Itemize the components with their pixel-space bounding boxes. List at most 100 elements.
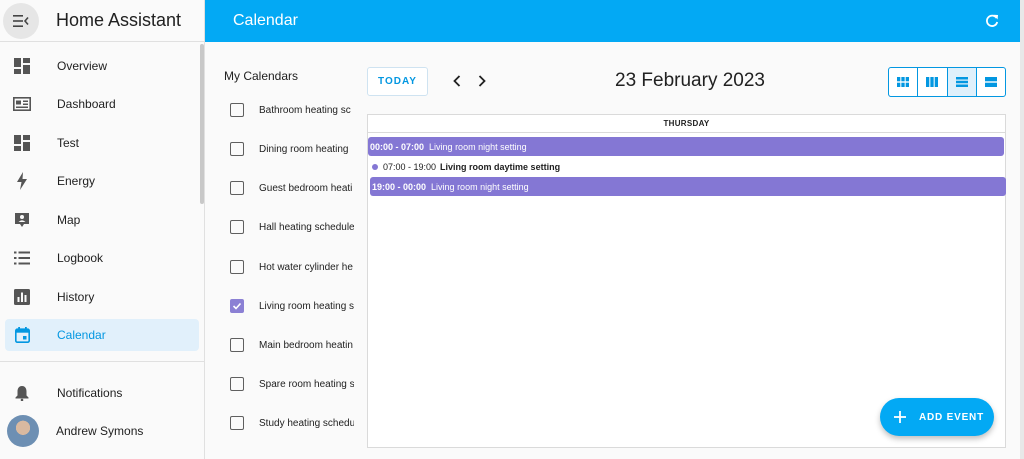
sidebar-item-overview[interactable]: Overview (5, 50, 199, 82)
calendar-name: Living room heating s (259, 300, 354, 312)
map-icon (13, 211, 31, 229)
user-name: Andrew Symons (56, 424, 144, 438)
app-title: Home Assistant (56, 10, 182, 30)
event-time: 07:00 - 19:00 (383, 161, 437, 172)
sidebar-item-energy[interactable]: Energy (5, 165, 199, 197)
event-title: Living room daytime setting (440, 161, 561, 172)
week-view-button[interactable] (918, 68, 948, 96)
calendar-event[interactable]: 00:00 - 07:00 Living room night setting (368, 137, 1004, 156)
refresh-icon (986, 14, 999, 27)
sidebar-item-profile[interactable]: Andrew Symons (5, 415, 199, 447)
calendar-checkbox-item[interactable]: Main bedroom heatin (224, 332, 354, 358)
checkbox[interactable] (230, 220, 244, 234)
top-app-bar: Calendar (205, 0, 1020, 42)
day-header: THURSDAY (368, 115, 1005, 133)
add-event-label: ADD EVENT (919, 411, 984, 423)
page-title: Calendar (233, 12, 298, 29)
overview-icon (13, 57, 31, 75)
checkbox[interactable] (230, 142, 244, 156)
month-view-button[interactable] (889, 68, 919, 96)
calendar-name: Dining room heating (259, 143, 349, 155)
columns-icon (926, 77, 939, 87)
sidebar-item-label: Energy (57, 174, 96, 188)
calendar-name: Study heating schedu (259, 417, 354, 429)
sidebar-divider (0, 361, 204, 362)
previous-button[interactable] (448, 72, 466, 90)
history-icon (13, 288, 31, 306)
sidebar-item-map[interactable]: Map (5, 204, 199, 236)
sidebar-item-test[interactable]: Test (5, 127, 199, 159)
event-time: 00:00 - 07:00 (370, 141, 425, 152)
checkbox[interactable] (230, 377, 244, 391)
sidebar: Home Assistant Overview Dashboard Test E… (0, 0, 205, 459)
sidebar-item-label: Dashboard (57, 97, 116, 111)
avatar (7, 415, 39, 447)
today-button[interactable]: TODAY (367, 67, 428, 96)
checkbox[interactable] (230, 416, 244, 430)
plus-icon (893, 410, 907, 424)
logbook-icon (13, 249, 31, 267)
event-dot (372, 163, 378, 170)
calendar-name: Hot water cylinder he (259, 261, 353, 273)
checkmark-icon (232, 302, 242, 310)
calendar-name: Guest bedroom heati (259, 182, 353, 194)
test-icon (13, 134, 31, 152)
checkbox[interactable] (230, 338, 244, 352)
view-toggle-group (888, 67, 1006, 97)
calendar-event[interactable]: 07:00 - 19:00 Living room daytime settin… (368, 157, 668, 176)
sidebar-item-calendar[interactable]: Calendar (5, 319, 199, 351)
sidebar-item-label: Overview (57, 59, 108, 73)
sidebar-header: Home Assistant (0, 0, 204, 42)
calendar-checkbox-item[interactable]: Living room heating s (224, 293, 354, 319)
rows-icon (955, 77, 968, 87)
sidebar-item-label: History (57, 290, 95, 304)
calendar-name: Main bedroom heatin (259, 339, 353, 351)
sidebar-item-label: Calendar (57, 328, 106, 342)
calendar-name: Hall heating schedule (259, 221, 354, 233)
sidebar-item-label: Test (57, 136, 80, 150)
sidebar-item-label: Logbook (57, 251, 104, 265)
date-title: 23 February 2023 (615, 70, 765, 91)
calendar-name: Spare room heating s (259, 378, 354, 390)
event-time: 19:00 - 00:00 (372, 181, 427, 192)
checkbox-checked[interactable] (230, 299, 244, 313)
calendar-checkbox-item[interactable]: Guest bedroom heati (224, 175, 354, 201)
sidebar-item-notifications[interactable]: Notifications (5, 377, 199, 409)
scrollbar-track (1020, 0, 1024, 459)
chevron-right-icon (478, 75, 486, 87)
calendar-name: Bathroom heating sc (259, 104, 351, 116)
next-button[interactable] (473, 72, 491, 90)
calendar-checkbox-item[interactable]: Hall heating schedule (224, 214, 354, 240)
event-title: Living room night setting (431, 181, 529, 192)
calendar-checkbox-item[interactable]: Hot water cylinder he (224, 254, 354, 280)
calendar-icon (13, 326, 31, 344)
dashboard-icon (13, 95, 31, 113)
sidebar-item-label: Map (57, 213, 81, 227)
sidebar-item-logbook[interactable]: Logbook (5, 242, 199, 274)
sidebar-item-label: Notifications (57, 386, 123, 400)
calendar-checkbox-item[interactable]: Spare room heating s (224, 371, 354, 397)
sidebar-item-history[interactable]: History (5, 281, 199, 313)
my-calendars-heading: My Calendars (224, 69, 299, 83)
sidebar-scrollbar[interactable] (200, 44, 204, 204)
checkbox[interactable] (230, 260, 244, 274)
calendar-checkbox-item[interactable]: Bathroom heating sc (224, 97, 354, 123)
menu-toggle-button[interactable] (3, 2, 39, 39)
calendar-checkbox-item[interactable]: Dining room heating (224, 136, 354, 162)
chevron-left-icon (453, 75, 461, 87)
calendar-checkbox-item[interactable]: Study heating schedu (224, 410, 354, 436)
checkbox[interactable] (230, 181, 244, 195)
day-view-button[interactable] (947, 68, 977, 96)
list-view-button[interactable] (977, 68, 1005, 96)
add-event-button[interactable]: ADD EVENT (880, 398, 994, 436)
checkbox[interactable] (230, 103, 244, 117)
menu-collapse-icon (13, 14, 29, 27)
event-title: Living room night setting (429, 141, 527, 152)
sidebar-item-dashboard[interactable]: Dashboard (5, 88, 199, 120)
bell-icon (13, 384, 31, 402)
grid-icon (897, 77, 910, 87)
agenda-icon (984, 77, 997, 87)
energy-icon (13, 172, 31, 190)
calendar-event[interactable]: 19:00 - 00:00 Living room night setting (370, 177, 1006, 196)
refresh-button[interactable] (982, 11, 1002, 31)
